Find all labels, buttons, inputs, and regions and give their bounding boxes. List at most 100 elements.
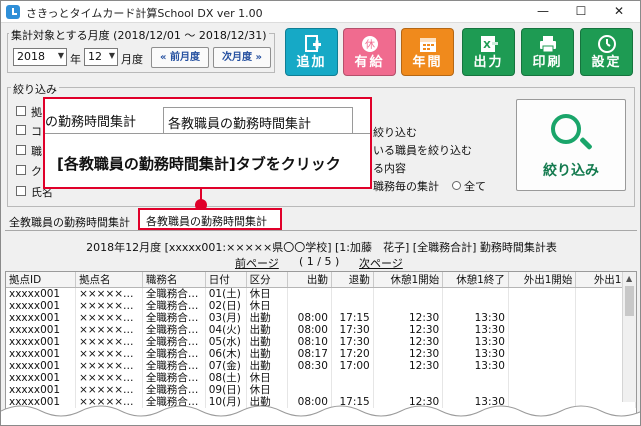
- close-button[interactable]: ✕: [599, 1, 639, 23]
- table-cell: xxxxx001: [6, 360, 77, 372]
- column-header[interactable]: 区分: [246, 272, 289, 288]
- month-value: 12: [88, 50, 102, 63]
- table-cell: xxxxx001: [6, 300, 77, 312]
- column-header[interactable]: 退勤: [331, 272, 374, 288]
- table-cell: [508, 324, 577, 336]
- table-row[interactable]: xxxxx001 ×××××… 全職務合… 04(火) 出勤 08:00 17:30 12:3…: [6, 324, 636, 336]
- column-header[interactable]: 外出1開始: [508, 272, 577, 288]
- table-row[interactable]: xxxxx001 ×××××… 全職務合… 05(水) 出勤 08:10 17:30 12:3…: [6, 336, 636, 348]
- filter-checkbox[interactable]: [16, 125, 26, 135]
- filter-checkbox[interactable]: [16, 165, 26, 175]
- instruction-callout: の勤務時間集計 各教職員の勤務時間集計 [各教職員の勤務時間集計]タブをクリック: [43, 97, 372, 189]
- table-row[interactable]: xxxxx001 ×××××… 全職務合… 03(月) 出勤 08:00 17:15 12:3…: [6, 312, 636, 324]
- table-header-row: 拠点ID 拠点名 職務名 日付 区分 出勤 退勤 休憩1開始 休憩1終了 外出1…: [6, 272, 636, 288]
- settings-button[interactable]: 設定: [580, 28, 633, 76]
- add-label: 追加: [296, 55, 327, 70]
- table-cell: 12:30: [373, 324, 444, 336]
- table-cell: 全職務合…: [142, 348, 206, 360]
- table-cell: 05(水): [205, 336, 247, 348]
- radio-all[interactable]: [452, 181, 461, 190]
- add-button[interactable]: 追加: [285, 28, 338, 76]
- column-header[interactable]: 休憩1終了: [442, 272, 509, 288]
- table-cell: 06(木): [205, 348, 247, 360]
- annual-button[interactable]: 年間: [401, 28, 454, 76]
- table-cell: 01(土): [205, 287, 247, 300]
- year-select[interactable]: 2018 ▼: [13, 48, 67, 66]
- column-header[interactable]: 拠点ID: [6, 272, 77, 288]
- table-cell: 出勤: [246, 324, 289, 336]
- table-cell: 07(金): [205, 360, 247, 372]
- column-header[interactable]: 休憩1開始: [373, 272, 444, 288]
- table-cell: ×××××…: [75, 348, 143, 360]
- name-checkbox[interactable]: [16, 186, 26, 196]
- table-cell: 休日: [246, 287, 289, 300]
- paid-leave-button[interactable]: 休 有給: [343, 28, 396, 76]
- column-header[interactable]: 出勤: [287, 272, 332, 288]
- table-row[interactable]: xxxxx001 ×××××… 全職務合… 07(金) 出勤 08:30 17:00 12:3…: [6, 360, 636, 372]
- table-cell: ×××××…: [75, 312, 143, 324]
- column-header[interactable]: 職務名: [142, 272, 206, 288]
- filter-checkbox-label: コ: [31, 125, 42, 138]
- month-select[interactable]: 12 ▼: [84, 48, 118, 66]
- table-cell: 08:17: [287, 348, 332, 360]
- page-indicator: ( 1 / 5 ): [299, 255, 340, 268]
- minimize-button[interactable]: —: [523, 1, 563, 23]
- table-cell: 全職務合…: [142, 336, 206, 348]
- callout-tab-all: の勤務時間集計: [45, 115, 137, 130]
- filter-checkbox[interactable]: [16, 106, 26, 116]
- column-header[interactable]: 日付: [205, 272, 247, 288]
- table-row[interactable]: xxxxx001 ×××××… 全職務合… 01(土) 休日: [6, 287, 636, 300]
- table-cell: 13:30: [442, 312, 509, 324]
- table-cell: 出勤: [246, 360, 289, 372]
- filter-button[interactable]: 絞り込み: [516, 99, 626, 191]
- tab-each-staff[interactable]: 各教職員の勤務時間集計: [138, 208, 282, 230]
- table-cell: xxxxx001: [6, 287, 77, 300]
- year-value: 2018: [17, 50, 45, 63]
- filter-checkbox[interactable]: [16, 145, 26, 155]
- filter-checkbox-label: 拠: [31, 106, 42, 119]
- vertical-scrollbar[interactable]: ▲: [622, 272, 636, 402]
- callout-tab-each: 各教職員の勤務時間集計: [163, 107, 353, 133]
- callout-instruction: [各教職員の勤務時間集計]タブをクリック: [57, 155, 341, 173]
- maximize-button[interactable]: ☐: [561, 1, 601, 23]
- duty-summary-label: 職務毎の集計: [373, 180, 439, 193]
- print-button[interactable]: 印刷: [521, 28, 574, 76]
- next-month-button[interactable]: 次月度 »: [213, 47, 271, 68]
- prev-month-button[interactable]: « 前月度: [151, 47, 209, 68]
- table-cell: 08:00: [287, 312, 332, 324]
- tab-underline: [5, 230, 637, 231]
- scroll-up-icon[interactable]: ▲: [626, 274, 632, 283]
- table-cell: xxxxx001: [6, 324, 77, 336]
- export-button[interactable]: X 出力: [462, 28, 515, 76]
- table-cell: ×××××…: [75, 360, 143, 372]
- table-row[interactable]: xxxxx001 ×××××… 全職務合… 08(土) 休日: [6, 372, 636, 384]
- table-row[interactable]: xxxxx001 ×××××… 全職務合… 06(木) 出勤 08:17 17:20 12:3…: [6, 348, 636, 360]
- print-label: 印刷: [532, 55, 563, 70]
- svg-text:休: 休: [365, 39, 375, 51]
- scroll-thumb[interactable]: [625, 286, 634, 316]
- table-cell: xxxxx001: [6, 312, 77, 324]
- next-page-button[interactable]: 次ページ: [359, 255, 403, 271]
- table-cell: [331, 300, 374, 312]
- filter-checkbox-label: 職: [31, 145, 42, 158]
- table-cell: [508, 348, 577, 360]
- table-cell: [373, 384, 444, 396]
- table-cell: 12:30: [373, 348, 444, 360]
- table-row[interactable]: xxxxx001 ×××××… 全職務合… 02(日) 休日: [6, 300, 636, 312]
- filter-legend: 絞り込み: [11, 81, 59, 97]
- table-cell: [508, 287, 577, 300]
- table-cell: [442, 300, 509, 312]
- prev-page-button[interactable]: 前ページ: [235, 255, 279, 271]
- column-header[interactable]: 拠点名: [75, 272, 143, 288]
- table-row[interactable]: xxxxx001 ×××××… 全職務合… 09(日) 休日: [6, 384, 636, 396]
- table-cell: [373, 300, 444, 312]
- table-cell: 13:30: [442, 336, 509, 348]
- table-cell: 08:00: [287, 324, 332, 336]
- table-cell: ×××××…: [75, 300, 143, 312]
- table-cell: ×××××…: [75, 372, 143, 384]
- paid-leave-label: 有給: [354, 55, 385, 70]
- table-cell: 全職務合…: [142, 384, 206, 396]
- tab-all-staff[interactable]: 全教職員の勤務時間集計: [9, 214, 130, 230]
- table-cell: 12:30: [373, 360, 444, 372]
- chevron-down-icon: ▼: [57, 51, 64, 60]
